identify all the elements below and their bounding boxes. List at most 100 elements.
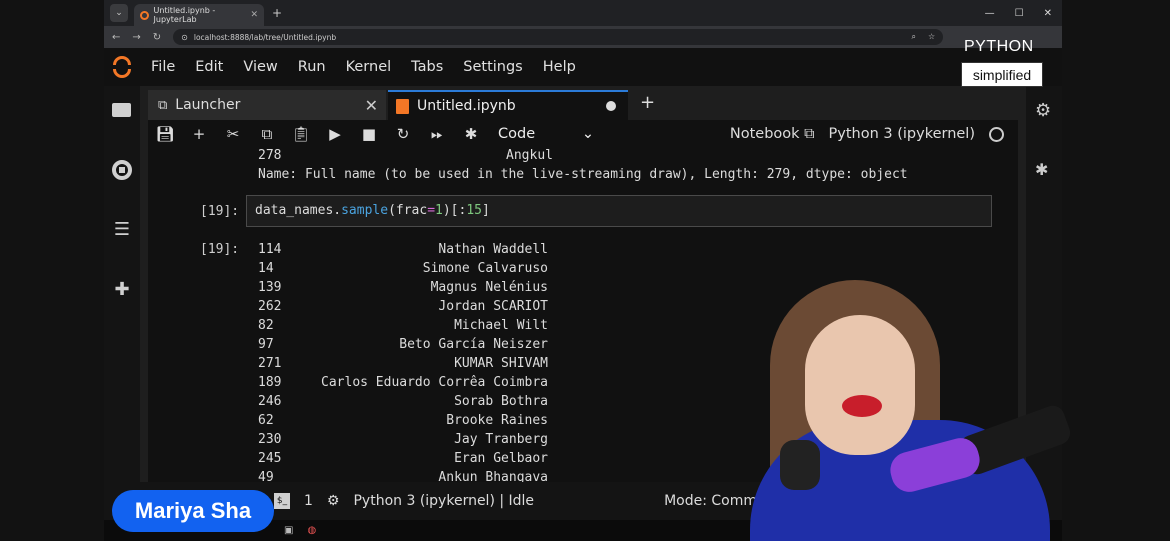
tab-search-icon[interactable]: ⌄ xyxy=(110,4,128,22)
back-icon[interactable]: ← xyxy=(112,32,120,43)
minimize-icon[interactable]: — xyxy=(985,8,995,19)
cell-type-select[interactable]: Code ⌄ xyxy=(498,126,594,142)
document-tab-bar: ⧉ Launcher ✕ Untitled.ipynb + xyxy=(148,86,1018,120)
running-sessions-icon[interactable] xyxy=(112,160,132,180)
menu-settings[interactable]: Settings xyxy=(463,59,522,75)
toolbar-right: Notebook ⧉ Python 3 (ipykernel) xyxy=(730,126,1004,142)
taskbar-app-icon[interactable]: ◍ xyxy=(307,525,316,536)
run-icon[interactable]: ▶ xyxy=(318,125,352,143)
menu-view[interactable]: View xyxy=(243,59,277,75)
new-tab-icon[interactable]: + xyxy=(272,6,282,20)
row-name: Jordan SCARIOT xyxy=(438,299,548,314)
headphones-icon xyxy=(780,440,820,490)
cut-icon[interactable]: ✂ xyxy=(216,125,250,143)
jupyter-favicon-icon xyxy=(140,10,149,20)
video-frame: ⌄ Untitled.ipynb - JupyterLab ✕ + — ☐ ✕ … xyxy=(0,0,1170,541)
close-launcher-icon[interactable]: ✕ xyxy=(365,96,378,115)
row-name: Beto García Neiszer xyxy=(399,337,548,352)
file-browser-icon[interactable] xyxy=(112,100,132,120)
url-field[interactable]: ⊙ localhost:8888/lab/tree/Untitled.ipynb… xyxy=(173,29,944,45)
menu-help[interactable]: Help xyxy=(543,59,576,75)
site-info-icon[interactable]: ⊙ xyxy=(181,33,188,42)
row-name: Simone Calvaruso xyxy=(422,261,548,276)
row-name: Eran Gelbaor xyxy=(454,451,548,466)
row-name: Magnus Nelénius xyxy=(430,280,548,295)
code-cell-editor[interactable]: data_names.sample(frac=1)[:15] xyxy=(246,195,992,227)
row-name: Ankun Bhangava xyxy=(438,470,548,482)
extensions-icon[interactable]: ✚ xyxy=(112,280,132,300)
cell-type-value: Code xyxy=(498,126,536,142)
row-name: Carlos Eduardo Corrêa Coimbra xyxy=(321,375,548,390)
save-icon[interactable]: 💾︎ xyxy=(148,125,182,143)
chevron-down-icon: ⌄ xyxy=(581,126,594,142)
menu-tabs[interactable]: Tabs xyxy=(411,59,443,75)
presenter-lips xyxy=(842,395,882,417)
window-controls: — ☐ ✕ xyxy=(985,8,1052,19)
notebook-toolbar: 💾︎ + ✂ ⧉ 📋︎ ▶ ■ ↻ ⏩︎ ✱ Code ⌄ Notebook ⧉… xyxy=(148,120,1018,148)
browser-tab[interactable]: Untitled.ipynb - JupyterLab ✕ xyxy=(134,4,264,26)
left-sidebar: ☰ ✚ xyxy=(104,86,140,541)
insert-cell-icon[interactable]: + xyxy=(182,125,216,143)
browser-address-bar: ← → ↻ ⊙ localhost:8888/lab/tree/Untitled… xyxy=(104,26,1062,48)
close-tab-icon[interactable]: ✕ xyxy=(250,10,258,20)
browser-tab-bar: ⌄ Untitled.ipynb - JupyterLab ✕ + — ☐ ✕ xyxy=(104,0,1062,26)
forward-icon[interactable]: → xyxy=(132,32,140,43)
debug-bug-icon[interactable]: ✱ xyxy=(454,125,488,143)
zoom-icon[interactable]: ⌕ xyxy=(912,32,916,42)
terminal-icon[interactable]: $_ xyxy=(274,493,290,509)
watermark-subtitle: simplified xyxy=(961,62,1043,87)
menu-kernel[interactable]: Kernel xyxy=(346,59,392,75)
menu-edit[interactable]: Edit xyxy=(195,59,223,75)
row-name: Michael Wilt xyxy=(454,318,548,333)
taskbar-terminal-icon[interactable]: ▣ xyxy=(284,525,293,536)
debugger-icon[interactable]: ✱ xyxy=(1035,160,1048,179)
paste-icon[interactable]: 📋︎ xyxy=(284,125,318,143)
browser-nav: ← → ↻ xyxy=(112,32,161,43)
restart-icon[interactable]: ↻ xyxy=(386,125,420,143)
stop-icon[interactable]: ■ xyxy=(352,125,386,143)
output-name: Angkul xyxy=(506,148,553,163)
presenter-webcam xyxy=(730,270,1090,541)
notebook-file-icon xyxy=(396,98,409,114)
row-name: KUMAR SHIVAM xyxy=(454,356,548,371)
maximize-icon[interactable]: ☐ xyxy=(1015,8,1024,19)
watermark-title: PYTHON xyxy=(964,38,1034,55)
row-name: Sorab Bothra xyxy=(454,394,548,409)
browser-tab-title: Untitled.ipynb - JupyterLab xyxy=(153,6,216,24)
menu-file[interactable]: File xyxy=(151,59,175,75)
copy-icon[interactable]: ⧉ xyxy=(250,125,284,143)
unsaved-dot-icon[interactable] xyxy=(606,101,616,111)
menu-run[interactable]: Run xyxy=(298,59,326,75)
row-name: Brooke Raines xyxy=(446,413,548,428)
presenter-name-badge: Mariya Sha xyxy=(112,490,274,532)
series-meta: Name: Full name (to be used in the live-… xyxy=(258,167,908,182)
tab-notebook-label: Untitled.ipynb xyxy=(417,98,516,114)
code-text: data_names.sample(frac=1)[:15] xyxy=(255,203,490,218)
notebook-view-button[interactable]: Notebook ⧉ xyxy=(730,126,815,142)
kernel-settings-icon[interactable]: ⚙ xyxy=(327,493,340,509)
bookmark-star-icon[interactable]: ☆ xyxy=(928,32,935,42)
terminal-count: 1 xyxy=(304,493,313,509)
presenter-face xyxy=(805,315,915,455)
kernel-name[interactable]: Python 3 (ipykernel) xyxy=(829,126,975,142)
tab-notebook[interactable]: Untitled.ipynb xyxy=(388,90,628,120)
new-launcher-icon[interactable]: + xyxy=(640,92,655,113)
table-of-contents-icon[interactable]: ☰ xyxy=(112,220,132,240)
jupyter-logo-icon xyxy=(112,56,132,78)
tab-launcher-label: Launcher xyxy=(175,97,241,113)
launcher-icon: ⧉ xyxy=(158,97,168,113)
tab-launcher[interactable]: ⧉ Launcher ✕ xyxy=(148,90,386,120)
url-text: localhost:8888/lab/tree/Untitled.ipynb xyxy=(193,32,337,42)
output-prompt: [19]: xyxy=(200,242,240,257)
fast-forward-icon[interactable]: ⏩︎ xyxy=(420,125,454,143)
menu-items: File Edit View Run Kernel Tabs Settings … xyxy=(151,59,596,75)
jupyter-menu-bar: File Edit View Run Kernel Tabs Settings … xyxy=(104,48,1062,86)
kernel-status-text[interactable]: Python 3 (ipykernel) | Idle xyxy=(353,493,534,509)
close-window-icon[interactable]: ✕ xyxy=(1044,8,1052,19)
row-name: Jay Tranberg xyxy=(454,432,548,447)
address-tools: ⌕ ☆ xyxy=(912,32,936,42)
property-inspector-icon[interactable]: ⚙ xyxy=(1035,100,1051,121)
kernel-status-icon xyxy=(989,126,1004,142)
reload-icon[interactable]: ↻ xyxy=(153,32,161,43)
input-prompt: [19]: xyxy=(200,204,240,219)
